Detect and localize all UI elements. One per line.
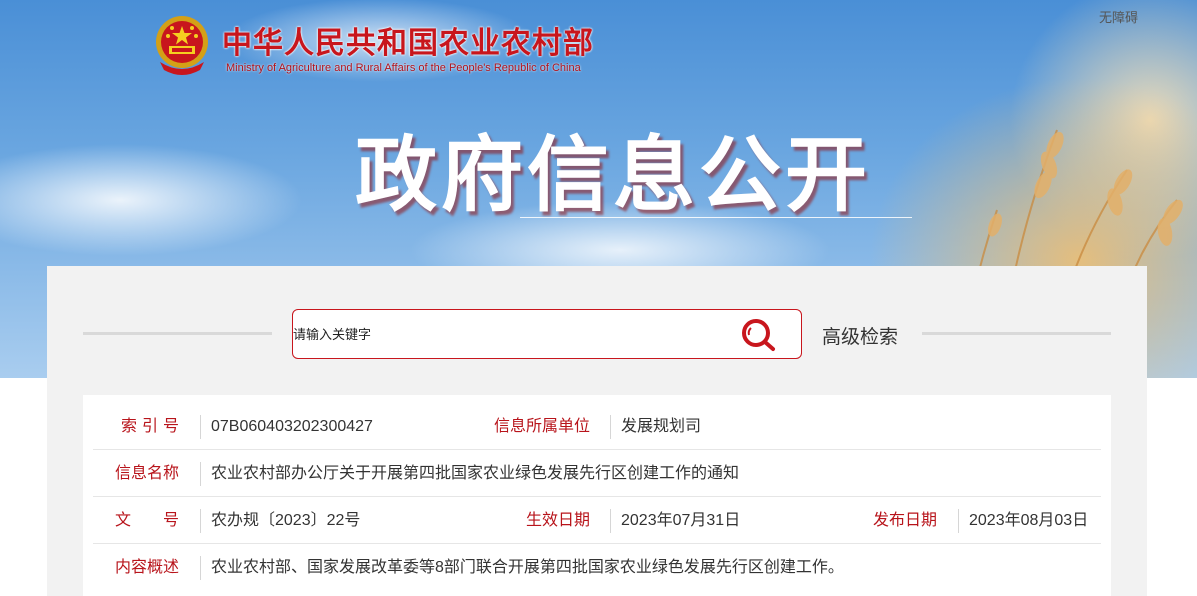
name-label: 信息名称 — [115, 465, 180, 482]
search-divider-left — [83, 332, 272, 335]
column-divider — [200, 415, 201, 439]
search-box — [292, 309, 802, 359]
table-row: 索引号 07B060403202300427 信息所属单位 发展规划司 — [93, 404, 1101, 450]
column-divider — [200, 556, 201, 580]
effective-date-label: 生效日期 — [526, 512, 591, 529]
doc-number-value: 农办规〔2023〕22号 — [211, 512, 361, 529]
accessibility-link[interactable]: 无障碍 — [1099, 7, 1138, 26]
table-row: 内容概述 农业农村部、国家发展改革委等8部门联合开展第四批国家农业绿色发展先行区… — [93, 545, 1101, 591]
page-title: 政府信息公开 — [355, 128, 872, 223]
unit-value: 发展规划司 — [621, 418, 702, 435]
ministry-name-en: Ministry of Agriculture and Rural Affair… — [226, 62, 581, 74]
search-icon[interactable] — [739, 317, 779, 353]
effective-date-value: 2023年07月31日 — [621, 512, 741, 529]
index-label: 索引号 — [121, 418, 179, 435]
name-value: 农业农村部办公厅关于开展第四批国家农业绿色发展先行区创建工作的通知 — [211, 465, 740, 482]
index-value: 07B060403202300427 — [211, 418, 373, 435]
info-table: 索引号 07B060403202300427 信息所属单位 发展规划司 信息名称… — [83, 395, 1111, 596]
advanced-search-link[interactable]: 高级检索 — [822, 322, 898, 349]
column-divider — [958, 509, 959, 533]
column-divider — [200, 509, 201, 533]
title-divider — [520, 217, 912, 218]
table-row: 文号 农办规〔2023〕22号 生效日期 2023年07月31日 发布日期 20… — [93, 498, 1101, 544]
column-divider — [200, 462, 201, 486]
summary-value: 农业农村部、国家发展改革委等8部门联合开展第四批国家农业绿色发展先行区创建工作。 — [211, 559, 844, 576]
ministry-name-cn: 中华人民共和国农业农村部 — [222, 26, 594, 61]
publish-date-label: 发布日期 — [873, 512, 938, 529]
column-divider — [610, 509, 611, 533]
search-divider-right — [922, 332, 1111, 335]
search-input[interactable] — [293, 310, 723, 358]
publish-date-value: 2023年08月03日 — [969, 512, 1089, 529]
summary-label: 内容概述 — [115, 559, 180, 576]
national-emblem-icon — [156, 16, 208, 75]
unit-label: 信息所属单位 — [494, 418, 591, 435]
table-row: 信息名称 农业农村部办公厅关于开展第四批国家农业绿色发展先行区创建工作的通知 — [93, 451, 1101, 497]
doc-number-label: 文号 — [115, 512, 179, 529]
column-divider — [610, 415, 611, 439]
